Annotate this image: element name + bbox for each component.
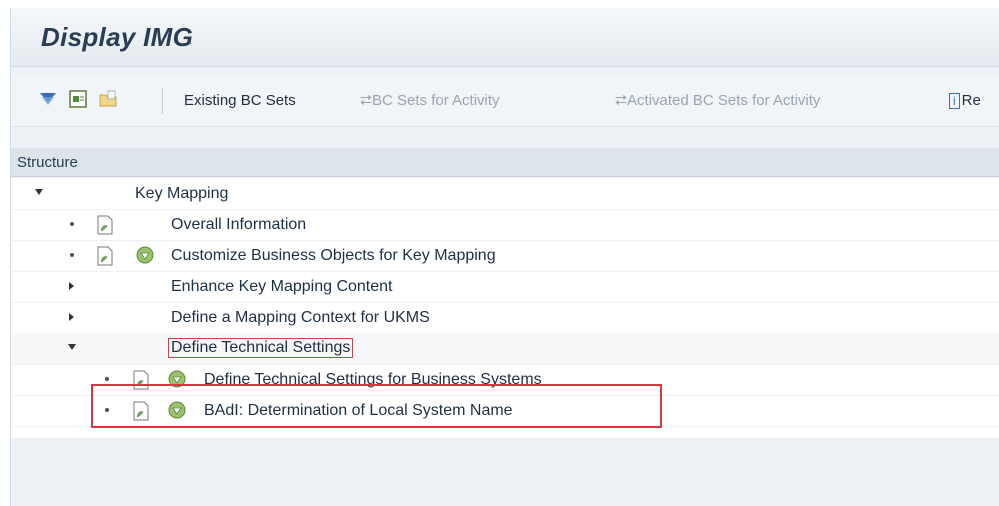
release-notes-button[interactable]: i Re bbox=[949, 92, 981, 109]
collapse-icon[interactable] bbox=[68, 344, 76, 350]
structure-header: Structure bbox=[11, 148, 999, 177]
expand-icon[interactable] bbox=[69, 313, 74, 321]
toolbar: Existing BC Sets ⮂BC Sets for Activity ⮂… bbox=[11, 74, 999, 127]
bc-sets-for-activity-button[interactable]: ⮂BC Sets for Activity bbox=[360, 92, 500, 109]
document-icon[interactable] bbox=[67, 88, 89, 110]
tree-row-enhance-key-mapping[interactable]: Enhance Key Mapping Content bbox=[11, 271, 999, 303]
title-bar: Display IMG bbox=[11, 8, 999, 67]
activated-bc-sets-button[interactable]: ⮂Activated BC Sets for Activity bbox=[615, 92, 820, 109]
collapse-icon[interactable] bbox=[35, 189, 43, 195]
tree-filter-icon[interactable] bbox=[37, 88, 59, 110]
highlight-annotation bbox=[91, 384, 662, 428]
sap-window: Display IMG Existing BC Sets ⮂BC Sets fo… bbox=[10, 8, 999, 506]
bc-sets-icon: ⮂ bbox=[360, 92, 373, 109]
tree-item-label[interactable]: Define Technical Settings bbox=[168, 338, 354, 358]
toolbar-separator bbox=[162, 88, 163, 114]
tree-item-label[interactable]: Overall Information bbox=[171, 216, 306, 234]
tree-row-define-technical-settings[interactable]: Define Technical Settings bbox=[11, 333, 999, 365]
page-title: Display IMG bbox=[41, 22, 194, 52]
tree-item-label[interactable]: Enhance Key Mapping Content bbox=[171, 278, 392, 296]
info-icon: i bbox=[949, 93, 960, 109]
expand-icon[interactable] bbox=[69, 282, 74, 290]
bullet-icon bbox=[70, 222, 74, 226]
existing-bc-sets-button[interactable]: Existing BC Sets bbox=[184, 92, 296, 109]
tree-row-customize-business-objects[interactable]: Customize Business Objects for Key Mappi… bbox=[11, 240, 999, 272]
documentation-icon[interactable] bbox=[95, 214, 115, 236]
bullet-icon bbox=[105, 377, 109, 381]
tree-item-label[interactable]: Customize Business Objects for Key Mappi… bbox=[171, 247, 496, 265]
tree-row-overall-information[interactable]: Overall Information bbox=[11, 209, 999, 241]
documentation-icon[interactable] bbox=[95, 245, 115, 267]
tree-item-label[interactable]: Define a Mapping Context for UKMS bbox=[171, 309, 430, 327]
bullet-icon bbox=[70, 253, 74, 257]
tree-row-define-mapping-context[interactable]: Define a Mapping Context for UKMS bbox=[11, 302, 999, 334]
tree-item-label[interactable]: Key Mapping bbox=[135, 185, 228, 203]
structure-header-label: Structure bbox=[17, 154, 78, 171]
empty-area bbox=[11, 438, 999, 506]
execute-activity-icon[interactable] bbox=[135, 245, 155, 265]
folder-icon[interactable] bbox=[97, 88, 119, 110]
tree-row-key-mapping[interactable]: Key Mapping bbox=[11, 178, 999, 210]
activated-bc-sets-icon: ⮂ bbox=[615, 92, 628, 109]
